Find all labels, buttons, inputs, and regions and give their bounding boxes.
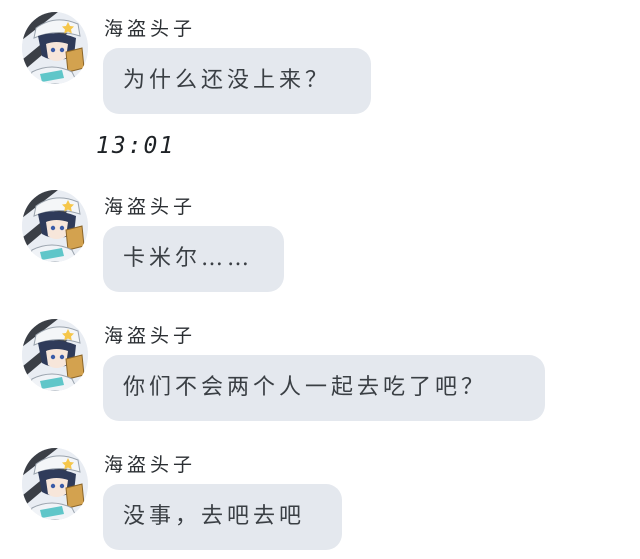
message-bubble[interactable]: 没事，去吧去吧	[103, 484, 342, 550]
anime-avatar-icon	[22, 319, 88, 391]
anime-avatar-icon	[22, 448, 88, 520]
sender-avatar[interactable]	[22, 319, 88, 391]
sender-avatar[interactable]	[22, 12, 88, 84]
sender-name: 海盗头子	[104, 18, 197, 40]
sender-name: 海盗头子	[104, 454, 197, 476]
sender-name: 海盗头子	[104, 196, 197, 218]
anime-avatar-icon	[22, 12, 88, 84]
message-bubble[interactable]: 卡米尔……	[103, 226, 284, 292]
anime-avatar-icon	[22, 190, 88, 262]
sender-name: 海盗头子	[104, 325, 197, 347]
message-bubble[interactable]: 你们不会两个人一起去吃了吧？	[103, 355, 545, 421]
message-bubble[interactable]: 为什么还没上来？	[103, 48, 371, 114]
sender-avatar[interactable]	[22, 448, 88, 520]
timestamp: 13:01	[96, 133, 176, 159]
sender-avatar[interactable]	[22, 190, 88, 262]
